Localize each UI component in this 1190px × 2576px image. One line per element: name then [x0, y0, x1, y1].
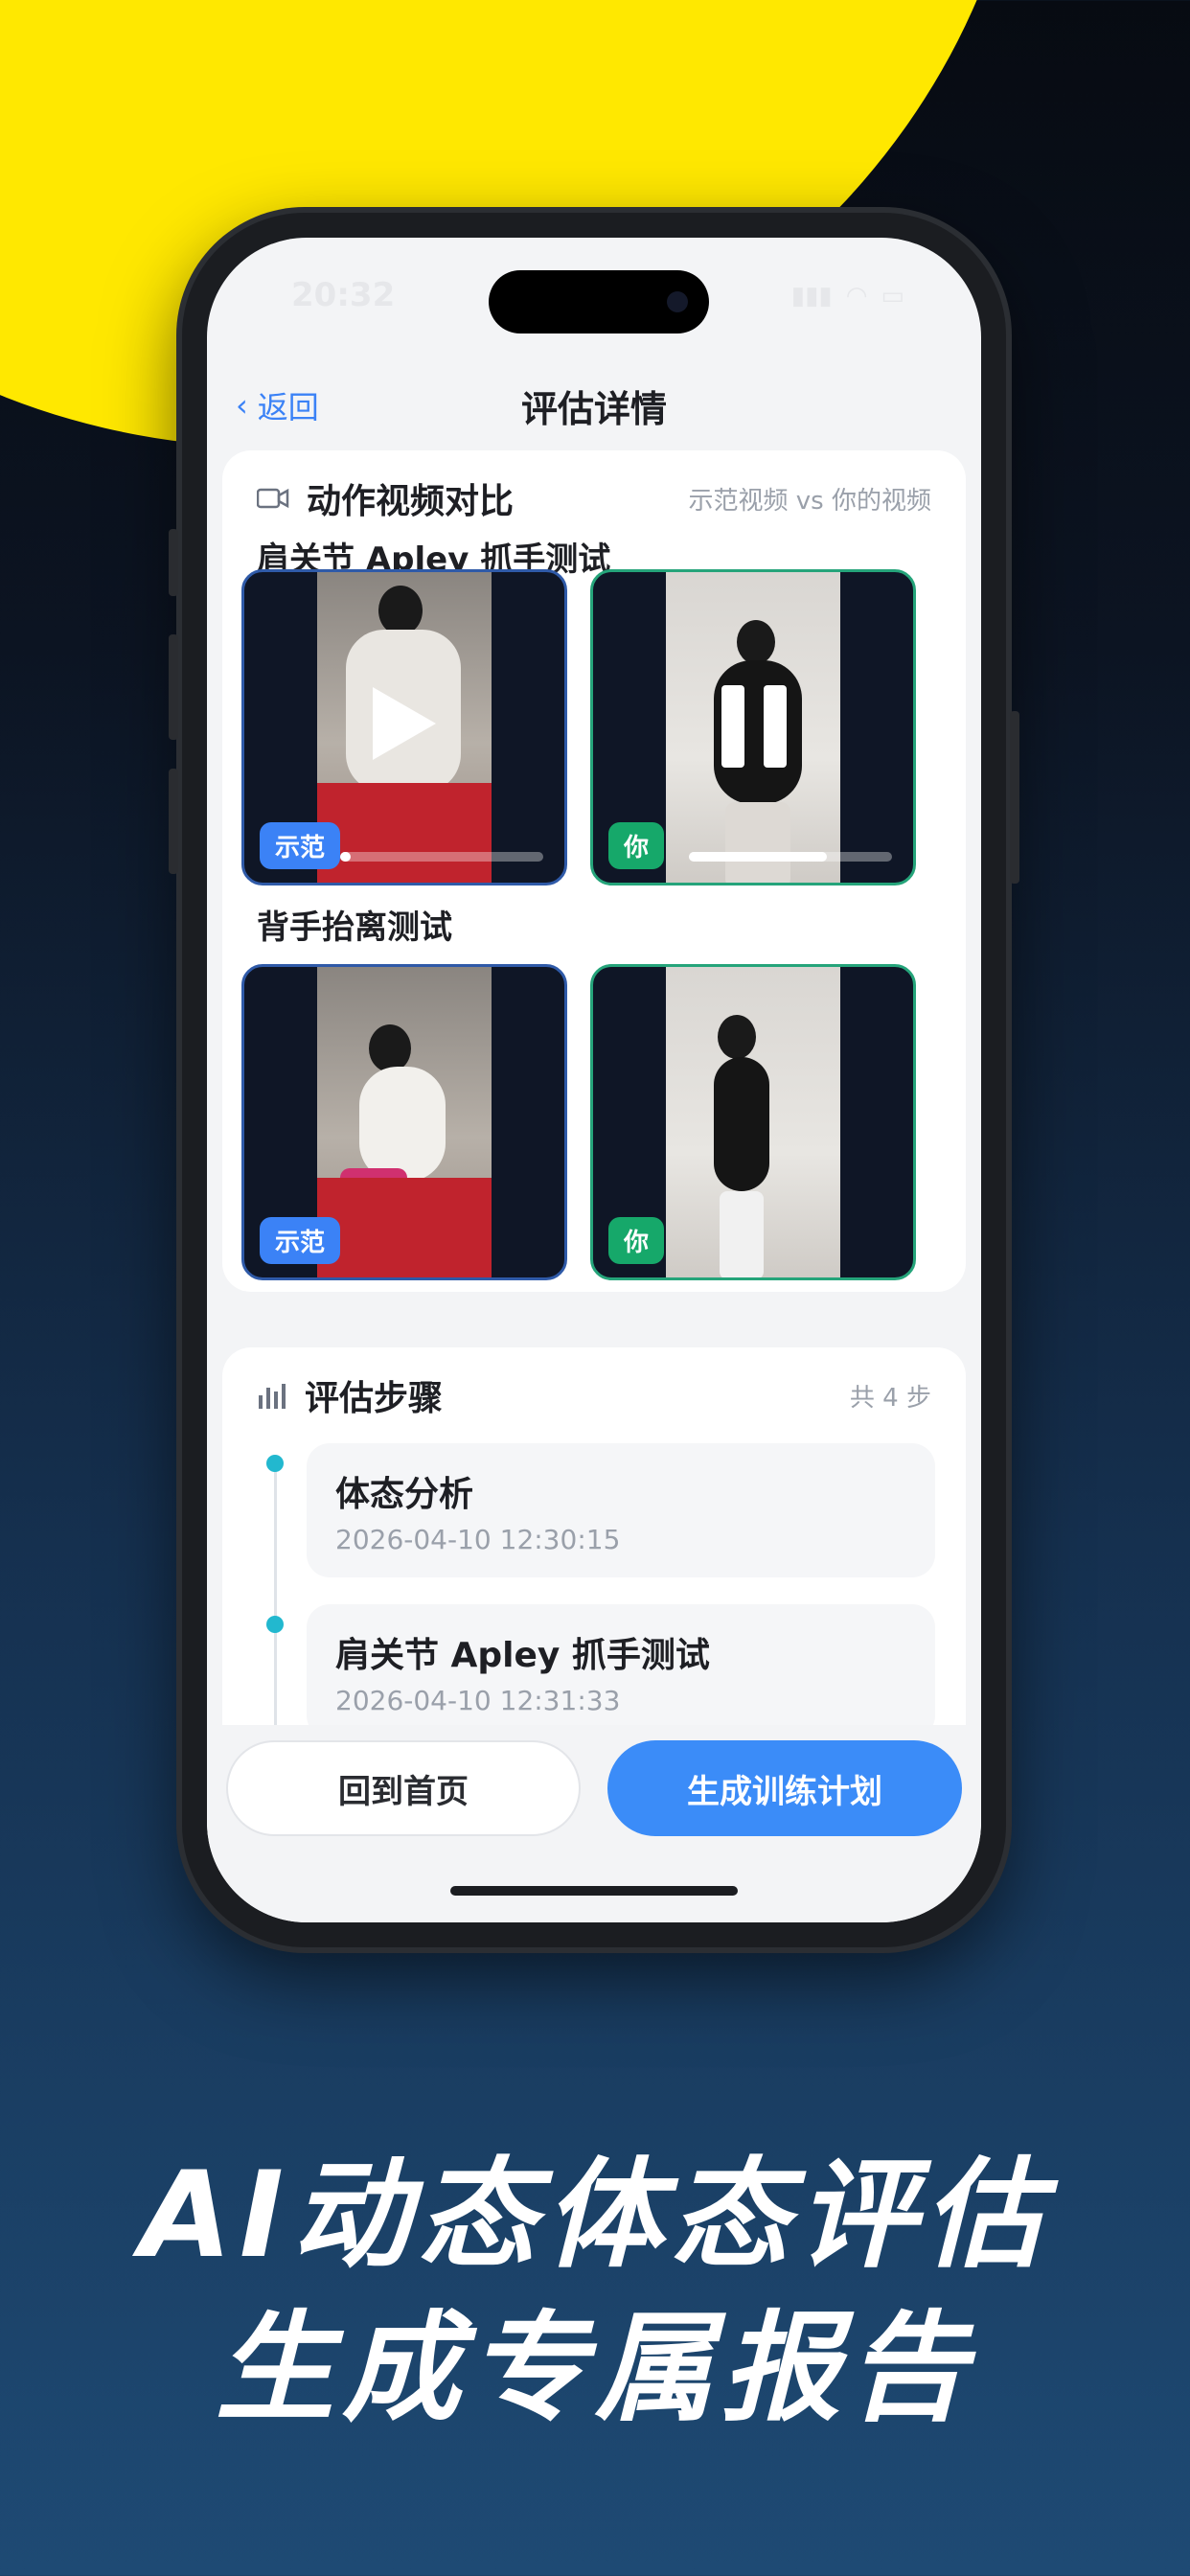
- video-card-header: 动作视频对比 示范视频 vs 你的视频: [257, 470, 931, 527]
- step-time: 2026-04-10 12:30:15: [335, 1524, 621, 1555]
- steps-count: 共 4 步: [849, 1383, 931, 1413]
- step-name: 肩关节 Apley 抓手测试: [335, 1636, 710, 1675]
- my-video-1[interactable]: 你: [590, 569, 916, 886]
- nav-bar: ‹ 返回 评估详情: [207, 362, 981, 448]
- demo-badge: 示范: [260, 822, 341, 869]
- video-card-subtitle: 示范视频 vs 你的视频: [688, 486, 931, 516]
- status-icons: ▮▮▮ ◠ ▭: [791, 282, 904, 310]
- timeline-dot: [266, 1455, 284, 1472]
- wifi-icon: ◠: [845, 282, 868, 310]
- video-compare-card-cont: 示范 你: [222, 964, 966, 1292]
- video-card-title: 动作视频对比: [307, 482, 515, 521]
- video-frame: [666, 967, 840, 1277]
- phone-frame: 20:32 ▮▮▮ ◠ ▭ ‹ 返回 评估详情 动作视频对比 示范视频 vs 你…: [169, 213, 1019, 1947]
- step-item[interactable]: 肩关节 Apley 抓手测试 2026-04-10 12:31:33: [307, 1604, 935, 1738]
- status-time: 20:32: [291, 276, 396, 314]
- headline-line-2: 生成专属报告: [215, 2300, 974, 2438]
- page-title: 评估详情: [520, 388, 667, 430]
- demo-badge: 示范: [260, 1217, 341, 1264]
- video-frame: [317, 967, 492, 1277]
- demo-video-1[interactable]: 示范: [241, 569, 567, 886]
- my-badge: 你: [608, 822, 665, 869]
- demo-video-2[interactable]: 示范: [241, 964, 567, 1280]
- volume-down-button: [169, 769, 178, 874]
- power-button: [1010, 711, 1019, 884]
- step-time: 2026-04-10 12:31:33: [335, 1685, 621, 1716]
- mute-switch: [169, 529, 178, 596]
- my-video-2[interactable]: 你: [590, 964, 916, 1280]
- video-compare-card: 动作视频对比 示范视频 vs 你的视频 肩关节 Apley 抓手测试 示范 你 …: [222, 450, 966, 1002]
- home-button[interactable]: 回到首页: [226, 1740, 581, 1836]
- home-indicator: [450, 1886, 738, 1896]
- timeline-dot: [266, 1616, 284, 1633]
- battery-icon: ▭: [881, 282, 904, 310]
- play-icon[interactable]: [373, 687, 436, 760]
- my-badge: 你: [608, 1217, 665, 1264]
- video-camera-icon: [257, 488, 289, 509]
- steps-card-title: 评估步骤: [305, 1379, 444, 1418]
- app-screen: 20:32 ▮▮▮ ◠ ▭ ‹ 返回 评估详情 动作视频对比 示范视频 vs 你…: [207, 238, 981, 1922]
- video-progress[interactable]: [340, 852, 543, 862]
- headline-line-1: AI动态体态评估: [139, 2147, 1051, 2285]
- generate-plan-button[interactable]: 生成训练计划: [607, 1740, 962, 1836]
- bar-chart-icon: [259, 1384, 286, 1409]
- video-progress[interactable]: [689, 852, 892, 862]
- step-item[interactable]: 体态分析 2026-04-10 12:30:15: [307, 1443, 935, 1577]
- test-name: 背手抬离测试: [257, 908, 452, 947]
- volume-up-button: [169, 634, 178, 740]
- steps-card-header: 评估步骤 共 4 步: [257, 1367, 931, 1424]
- pause-icon[interactable]: [721, 685, 789, 768]
- signal-icon: ▮▮▮: [790, 282, 833, 310]
- step-name: 体态分析: [335, 1475, 474, 1514]
- dynamic-island: [489, 270, 709, 334]
